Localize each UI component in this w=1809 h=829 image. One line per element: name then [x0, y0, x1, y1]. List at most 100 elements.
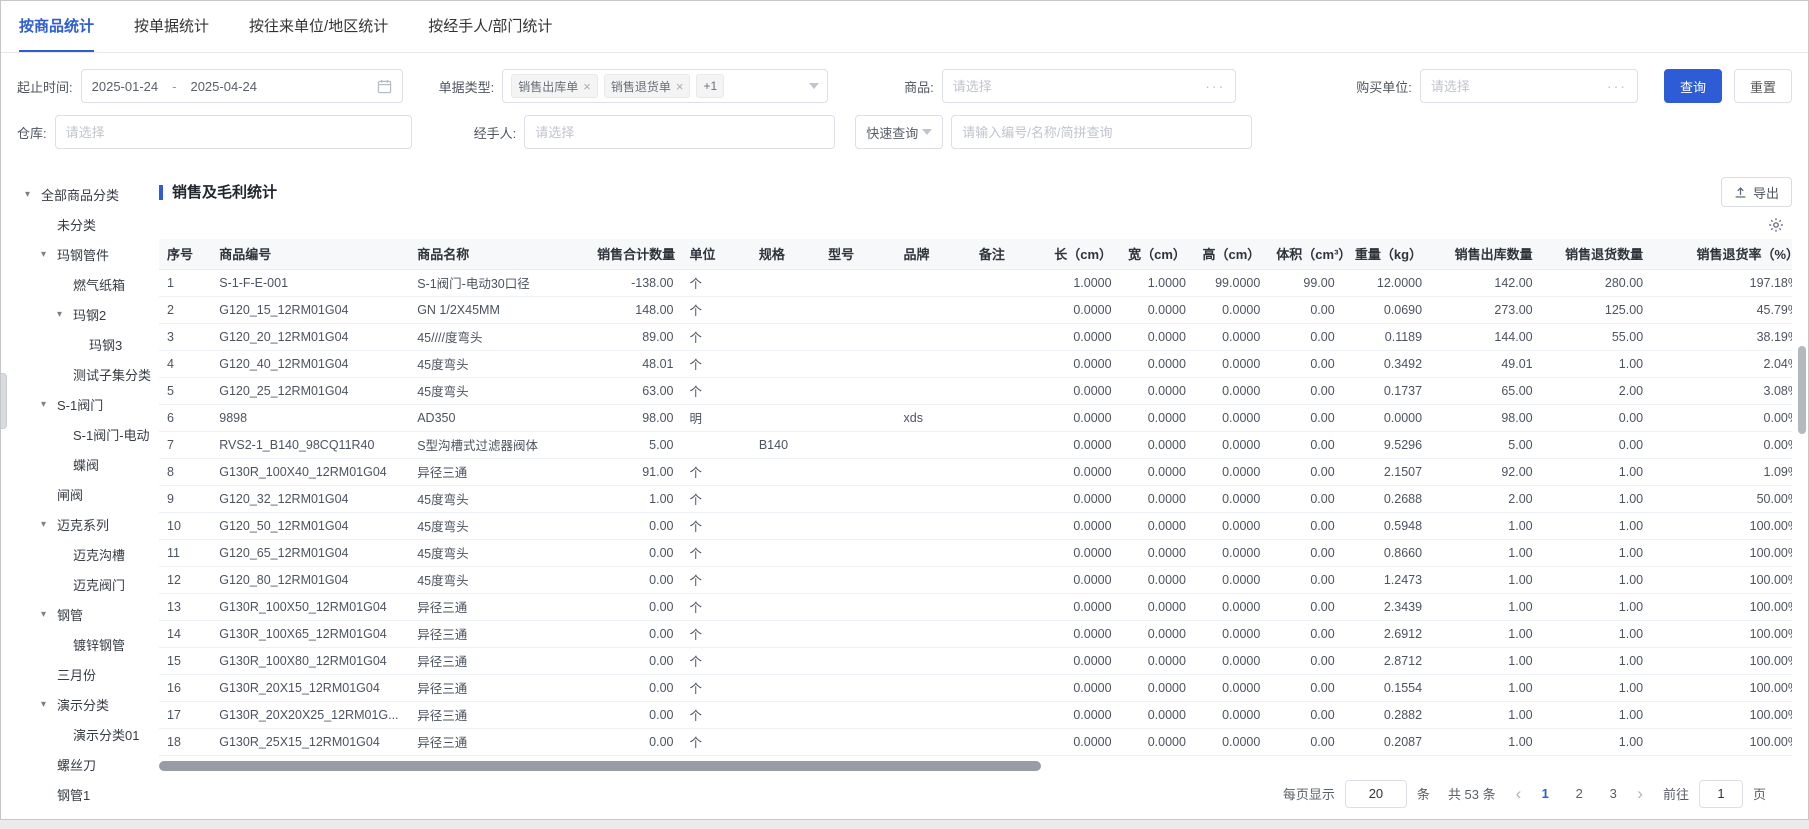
calendar-icon[interactable]: [377, 79, 392, 94]
table-cell: 1.00: [1540, 539, 1652, 567]
table-cell: 99.00: [1268, 269, 1343, 297]
quick-search-select[interactable]: 快速查询: [855, 115, 944, 149]
per-page-unit: 条: [1416, 787, 1430, 802]
handler-input[interactable]: [535, 124, 825, 140]
per-page-input[interactable]: [1344, 779, 1407, 808]
table-row[interactable]: 13 G130R_100X50_12RM01G04 异径三通 0.00 个 0.0000 0…: [159, 593, 1792, 621]
horizontal-scrollbar[interactable]: [159, 760, 1792, 771]
table-row[interactable]: 16 G130R_20X15_12RM01G04 异径三通 0.00 个 0.0000 0.…: [159, 674, 1792, 702]
tree-item[interactable]: 三月份: [11, 659, 159, 689]
tab-4[interactable]: 按经手人/部门统计: [428, 1, 552, 52]
tree-item[interactable]: 测试子集分类: [11, 359, 159, 389]
table-row[interactable]: 3 G120_20_12RM01G04 45////度弯头 89.00 个 0.0000 0…: [159, 323, 1792, 351]
date-range-picker[interactable]: 2025-01-24 - 2025-04-24: [80, 69, 403, 103]
table-row[interactable]: 14 G130R_100X65_12RM01G04 异径三通 0.00 个 0.0000 0…: [159, 620, 1792, 648]
tree-item[interactable]: ▾ 玛钢管件: [11, 239, 159, 269]
close-icon[interactable]: ×: [676, 80, 684, 93]
tree-item[interactable]: ▾ 全部商品分类: [11, 179, 159, 209]
table-row[interactable]: 9 G120_32_12RM01G04 45度弯头 1.00 个 0.0000 0.0000…: [159, 485, 1792, 513]
table-cell: 0.00: [1268, 701, 1343, 729]
table-row[interactable]: 6 9898 AD350 98.00 明 xds 0.0000 0.0000 0.0000 0.0…: [159, 404, 1792, 432]
table-cell: 0.0000: [1193, 539, 1269, 567]
warehouse-input[interactable]: [65, 124, 401, 140]
table-row[interactable]: 17 G130R_20X20X25_12RM01G... 异径三通 0.00 个 0.00…: [159, 701, 1792, 729]
table-row[interactable]: 4 G120_40_12RM01G04 45度弯头 48.01 个 0.0000 0.000…: [159, 350, 1792, 378]
tree-item[interactable]: 玛钢3: [11, 329, 159, 359]
table-cell: 个: [681, 647, 751, 675]
tree-item[interactable]: 燃气纸箱: [11, 269, 159, 299]
tree-expand-icon[interactable]: ▾: [25, 189, 41, 200]
tree-item-label: 未分类: [57, 217, 97, 233]
table-row[interactable]: 8 G130R_100X40_12RM01G04 异径三通 91.00 个 0.0000 0…: [159, 458, 1792, 486]
tab-1[interactable]: 按商品统计: [19, 1, 95, 52]
keyword-search[interactable]: [951, 115, 1253, 149]
tree-item[interactable]: 镀锌钢管: [11, 629, 159, 659]
date-start-value[interactable]: 2025-01-24: [92, 79, 159, 94]
table-row[interactable]: 5 G120_25_12RM01G04 45度弯头 63.00 个 0.0000 0.000…: [159, 377, 1792, 405]
keyword-input[interactable]: [962, 124, 1242, 140]
table-row[interactable]: 18 G130R_25X15_12RM01G04 异径三通 0.00 个 0.0000 0.…: [159, 728, 1792, 756]
table-cell: G120_25_12RM01G04: [211, 377, 410, 405]
doc-type-more-tag[interactable]: +1: [696, 74, 725, 98]
buyer-select[interactable]: ···: [1419, 69, 1638, 103]
chevron-down-icon[interactable]: [922, 129, 933, 135]
tree-item[interactable]: S-1阀门-电动: [11, 419, 159, 449]
close-icon[interactable]: ×: [583, 80, 591, 93]
sidebar-collapse-handle[interactable]: [1, 373, 7, 429]
tree-item[interactable]: ▾ 迈克系列: [11, 509, 159, 539]
product-input[interactable]: [952, 78, 1206, 94]
export-button[interactable]: 导出: [1720, 177, 1792, 207]
date-end-value[interactable]: 2025-04-24: [190, 79, 257, 94]
page-number-2[interactable]: 2: [1567, 786, 1591, 801]
tree-expand-icon[interactable]: ▾: [41, 699, 57, 710]
doc-type-select[interactable]: 销售出库单 × 销售退货单 × +1: [502, 69, 829, 103]
tree-item[interactable]: ▾ 玛钢2: [11, 299, 159, 329]
tree-item[interactable]: 蝶阀: [11, 449, 159, 479]
tree-item[interactable]: ▾ S-1阀门: [11, 389, 159, 419]
handler-select[interactable]: [524, 115, 836, 149]
tree-expand-icon[interactable]: ▾: [57, 309, 73, 320]
gear-icon[interactable]: [1768, 217, 1784, 233]
table-row[interactable]: 7 RVS2-1_B140_98CQ11R40 S型沟槽式过滤器阀体 5.00 B140…: [159, 431, 1792, 459]
tree-item[interactable]: 迈克沟槽: [11, 539, 159, 569]
next-page-button[interactable]: ›: [1635, 785, 1645, 802]
reset-button[interactable]: 重置: [1733, 69, 1792, 103]
tree-expand-icon[interactable]: ▾: [41, 519, 57, 530]
tree-item[interactable]: 螺丝刀: [11, 749, 159, 779]
warehouse-select[interactable]: [54, 115, 412, 149]
buyer-input[interactable]: [1430, 78, 1607, 94]
table-cell: 1.00: [1430, 701, 1541, 729]
tree-item[interactable]: 未分类: [11, 209, 159, 239]
query-button[interactable]: 查询: [1663, 69, 1722, 103]
table-row[interactable]: 15 G130R_100X80_12RM01G04 异径三通 0.00 个 0.0000 0…: [159, 647, 1792, 675]
goto-page-input[interactable]: [1698, 779, 1743, 808]
page-number-1[interactable]: 1: [1533, 786, 1557, 801]
prev-page-button[interactable]: ‹: [1514, 785, 1524, 802]
page-number-3[interactable]: 3: [1601, 786, 1625, 801]
tree-expand-icon[interactable]: ▾: [41, 609, 57, 620]
tree-item[interactable]: ▾ 钢管: [11, 599, 159, 629]
tab-3[interactable]: 按往来单位/地区统计: [249, 1, 388, 52]
table-cell: 异径三通: [409, 674, 590, 702]
table-row[interactable]: 2 G120_15_12RM01G04 GN 1/2X45MM 148.00 个 0.00…: [159, 296, 1792, 324]
vertical-scrollbar-thumb[interactable]: [1798, 346, 1806, 434]
table-row[interactable]: 1 S-1-F-E-001 S-1阀门-电动30口径 -138.00 个 1.0000 1.…: [159, 269, 1792, 297]
ellipsis-icon[interactable]: ···: [1607, 78, 1627, 94]
tree-expand-icon[interactable]: ▾: [41, 399, 57, 410]
tree-item[interactable]: 演示分类01: [11, 719, 159, 749]
chevron-down-icon[interactable]: [809, 83, 820, 89]
table-row[interactable]: 11 G120_65_12RM01G04 45度弯头 0.00 个 0.0000 0.000…: [159, 539, 1792, 567]
tree-item[interactable]: ▾ 演示分类: [11, 689, 159, 719]
table-row[interactable]: 12 G120_80_12RM01G04 45度弯头 0.00 个 0.0000 0.000…: [159, 566, 1792, 594]
ellipsis-icon[interactable]: ···: [1205, 78, 1225, 94]
horizontal-scrollbar-thumb[interactable]: [159, 760, 1041, 771]
table-cell: [750, 485, 821, 513]
tab-2[interactable]: 按单据统计: [134, 1, 209, 52]
table-cell: 0.00%: [1651, 404, 1792, 432]
tree-item[interactable]: 迈克阀门: [11, 569, 159, 599]
tree-item[interactable]: 闸阀: [11, 479, 159, 509]
tree-item[interactable]: 钢管1: [11, 779, 159, 809]
tree-expand-icon[interactable]: ▾: [41, 249, 57, 260]
product-select[interactable]: ···: [941, 69, 1237, 103]
table-row[interactable]: 10 G120_50_12RM01G04 45度弯头 0.00 个 0.0000 0.000…: [159, 512, 1792, 540]
